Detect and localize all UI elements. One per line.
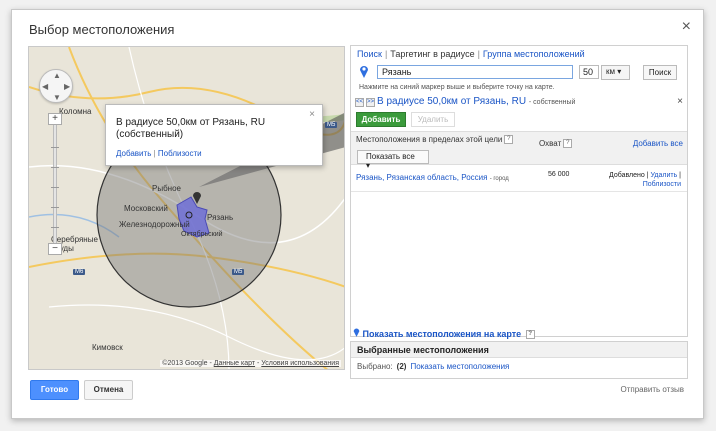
tab-radius[interactable]: Таргетинг в радиусе <box>390 49 474 59</box>
map-data-link[interactable]: Данные карт <box>214 360 255 367</box>
nearby-link[interactable]: Поблизости <box>643 181 681 188</box>
table-row: Рязань, Рязанская область, Россия - горо… <box>351 168 687 192</box>
tab-location-group[interactable]: Группа местоположений <box>483 49 585 59</box>
delete-button: Удалить <box>411 112 455 127</box>
next-button[interactable]: >> <box>366 98 375 107</box>
reach-value: 56 000 <box>548 171 570 178</box>
close-icon[interactable]: × <box>682 18 691 36</box>
feedback-link[interactable]: Отправить отзыв <box>621 385 685 394</box>
bubble-nearby-link[interactable]: Поблизости <box>158 149 202 158</box>
radius-input[interactable]: 50 <box>579 65 599 79</box>
city-label: Рыбное <box>152 184 181 193</box>
column-reach: Охват <box>539 139 562 148</box>
bubble-add-link[interactable]: Добавить <box>116 149 151 158</box>
tab-search[interactable]: Поиск <box>357 49 382 59</box>
table-header: Местоположения в пределах этой цели? Пок… <box>351 131 687 170</box>
location-dialog: Выбор местоположения × Коломна Рыбное Мо… <box>11 9 704 419</box>
city-label: Рязань <box>207 213 234 222</box>
separator: | <box>153 149 156 158</box>
selected-target-suffix: - собственный <box>528 99 576 106</box>
close-icon[interactable]: × <box>309 109 315 120</box>
unit-select[interactable]: км ▾ <box>601 65 630 80</box>
road-badge: M6 <box>73 269 86 275</box>
bubble-title: В радиусе 50,0км от Рязань, RU (собствен… <box>116 117 266 140</box>
show-on-map[interactable]: Показать местоположения на карте ? <box>353 327 535 340</box>
selected-target-bar: << >> В радиусе 50,0км от Рязань, RU - с… <box>351 96 687 110</box>
dialog-title: Выбор местоположения <box>29 22 175 37</box>
chevron-down-icon: ▾ <box>617 67 622 76</box>
selected-count: (2) <box>396 362 407 371</box>
pan-control[interactable]: ▲ ▼ ◀ ▶ <box>39 69 73 103</box>
help-icon[interactable]: ? <box>525 330 535 340</box>
add-all-link[interactable]: Добавить все <box>633 139 683 148</box>
column-locations: Местоположения в пределах этой цели <box>356 135 503 144</box>
map-canvas <box>29 47 344 369</box>
search-button[interactable]: Поиск <box>643 65 677 80</box>
tab-bar: Поиск | Таргетинг в радиусе | Группа местопо… <box>357 49 585 59</box>
status-added: Добавлено <box>609 172 645 179</box>
info-bubble: × В радиусе 50,0км от Рязань, RU (собств… <box>105 104 323 166</box>
show-all-dropdown[interactable]: Показать все ▾ <box>357 150 429 170</box>
road-badge: M5 <box>232 269 245 275</box>
hint-text: Нажмите на синий маркер выше и выберите … <box>359 84 555 91</box>
map-pin-icon[interactable] <box>359 64 369 78</box>
add-button[interactable]: Добавить <box>356 112 406 127</box>
zoom-slider[interactable] <box>53 113 57 245</box>
done-button[interactable]: Готово <box>30 380 79 400</box>
close-icon[interactable]: × <box>677 96 683 107</box>
prev-button[interactable]: << <box>355 98 364 107</box>
location-search-input[interactable]: Рязань <box>377 65 573 79</box>
city-label: Кимовск <box>92 343 123 352</box>
location-link[interactable]: Рязань, Рязанская область, Россия <box>356 173 487 182</box>
city-label: Московский <box>124 204 168 213</box>
terms-link[interactable]: Условия использования <box>261 360 339 367</box>
help-icon[interactable]: ? <box>504 135 514 145</box>
road-badge: M5 <box>325 122 338 128</box>
show-map-link[interactable]: Показать местоположения на карте <box>363 329 522 339</box>
targeting-panel: Поиск | Таргетинг в радиусе | Группа местопо… <box>350 45 688 340</box>
selected-target-link[interactable]: В радиусе 50,0км от Рязань, RU <box>377 96 526 107</box>
city-label: Коломна <box>59 107 92 116</box>
zoom-in-button[interactable]: + <box>48 113 62 125</box>
show-locations-link[interactable]: Показать местоположения <box>410 362 509 371</box>
chosen-header: Выбранные местоположения <box>351 342 687 358</box>
city-label: Октябрьский <box>181 231 223 238</box>
city-label: Железнодорожный <box>119 220 190 229</box>
cancel-button[interactable]: Отмена <box>84 380 133 400</box>
help-icon[interactable]: ? <box>563 139 573 149</box>
zoom-out-button[interactable]: − <box>48 243 62 255</box>
chosen-locations: Выбранные местоположения Выбрано: (2) Пока… <box>350 341 688 379</box>
map-attribution: ©2013 Google - Данные карт - Условия исп… <box>160 360 341 367</box>
remove-link[interactable]: Удалить <box>651 172 678 179</box>
map[interactable]: Коломна Рыбное Московский Железнодорожны… <box>28 46 345 370</box>
map-pin-icon <box>353 328 360 337</box>
